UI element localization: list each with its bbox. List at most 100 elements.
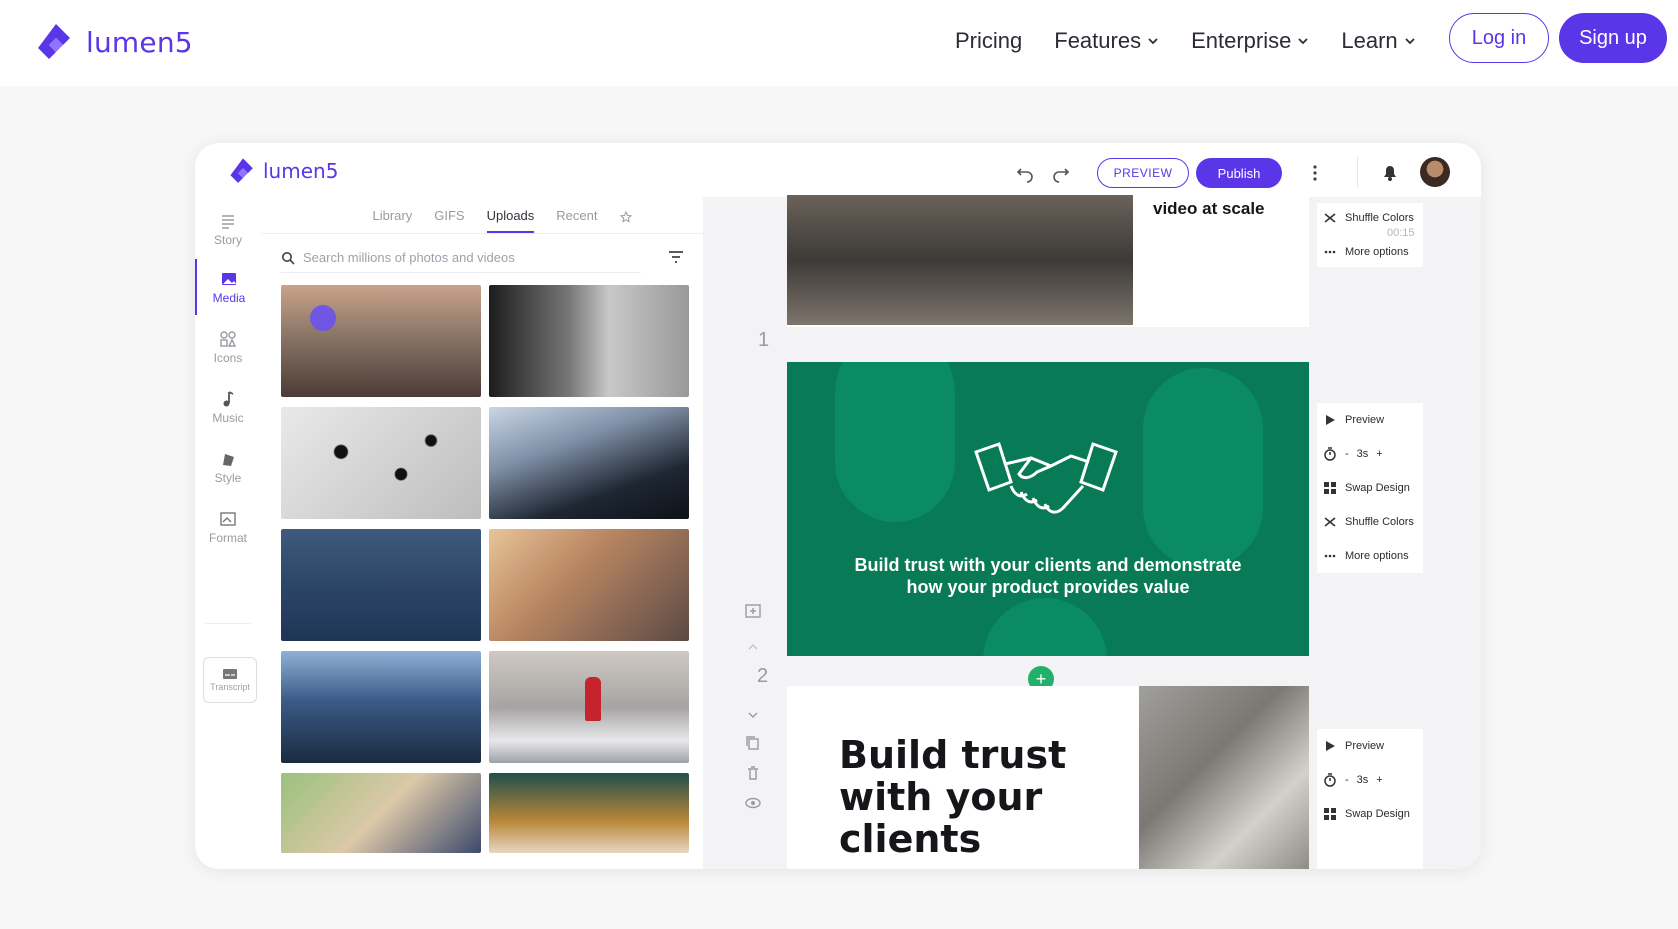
preview-button[interactable]: PREVIEW: [1097, 158, 1189, 188]
selection-dot: [310, 305, 336, 331]
shuffle-icon: [1324, 213, 1336, 223]
rail-item-style[interactable]: Style: [195, 439, 261, 495]
more-options[interactable]: More options: [1323, 243, 1409, 261]
timer-icon: [1324, 447, 1336, 461]
rail-item-music[interactable]: Music: [195, 379, 261, 435]
duration-control[interactable]: - 3s +: [1323, 771, 1383, 789]
duration-plus[interactable]: +: [1376, 448, 1382, 460]
undo-icon[interactable]: [1015, 163, 1035, 183]
media-thumb-skyscrapers[interactable]: [489, 407, 689, 519]
brand-logo[interactable]: lumen5: [36, 22, 193, 62]
media-thumb-glass-towers[interactable]: [281, 651, 481, 763]
media-thumb-silhouettes[interactable]: [489, 285, 689, 397]
duration-minus[interactable]: -: [1345, 774, 1349, 786]
title-line-3: clients: [839, 817, 982, 861]
lumen5-logo-icon: [38, 24, 70, 59]
chevron-up-icon[interactable]: [743, 637, 763, 657]
duration-control[interactable]: - 3s +: [1323, 445, 1383, 463]
media-thumb-woman-phone[interactable]: [281, 773, 481, 853]
rail-item-label: Music: [212, 410, 244, 425]
option-label: Shuffle Colors: [1345, 516, 1414, 528]
scene-card-1[interactable]: Build trust with your clients and demons…: [787, 362, 1309, 656]
scene-card-2[interactable]: Build trust with your clients: [787, 686, 1309, 869]
nav-learn-label: Learn: [1341, 28, 1398, 53]
scene-caption[interactable]: Build trust with your clients and demons…: [787, 554, 1309, 598]
nav-features[interactable]: Features: [1054, 28, 1159, 54]
shuffle-colors-option[interactable]: Shuffle Colors: [1323, 209, 1414, 227]
nav-learn[interactable]: Learn: [1341, 28, 1415, 54]
media-panel: Library GIFS Uploads Recent Search milli…: [261, 197, 703, 869]
shuffle-colors-option[interactable]: Shuffle Colors: [1323, 513, 1414, 531]
swap-design-option[interactable]: Swap Design: [1323, 479, 1410, 497]
main-nav: Pricing Features Enterprise Learn: [955, 28, 1448, 54]
app-brand-logo[interactable]: lumen5: [229, 157, 338, 185]
nav-enterprise[interactable]: Enterprise: [1191, 28, 1309, 54]
trash-icon[interactable]: [743, 763, 763, 783]
rail-item-format[interactable]: Format: [195, 499, 261, 555]
search-icon: [282, 251, 295, 265]
rail-item-story[interactable]: Story: [195, 201, 261, 257]
swap-design-option[interactable]: Swap Design: [1323, 805, 1410, 823]
grid-icon: [1324, 808, 1336, 820]
caption-line-2: how your product provides value: [906, 577, 1190, 597]
login-button[interactable]: Log in: [1449, 13, 1549, 63]
preview-option[interactable]: Preview: [1323, 411, 1384, 429]
star-icon[interactable]: [619, 211, 632, 223]
duplicate-icon[interactable]: [743, 733, 763, 753]
redo-icon[interactable]: [1051, 163, 1071, 183]
scene-card-0[interactable]: video at scale: [787, 195, 1309, 327]
publish-button[interactable]: Publish: [1196, 158, 1282, 188]
rail-item-label: Icons: [213, 350, 243, 365]
media-thumb-skyline-water[interactable]: [281, 529, 481, 641]
scene-image-city: [787, 195, 1133, 325]
add-text-icon[interactable]: [743, 601, 763, 621]
title-line-2: with your: [839, 775, 1043, 819]
nav-pricing[interactable]: Pricing: [955, 28, 1022, 54]
rail-item-media[interactable]: Media: [195, 259, 261, 315]
more-horizontal-icon: [1324, 554, 1336, 558]
tabs-divider: [261, 233, 703, 234]
tab-library[interactable]: Library: [373, 197, 413, 233]
nav-enterprise-label: Enterprise: [1191, 28, 1292, 53]
option-label: Shuffle Colors: [1345, 212, 1414, 224]
rail-item-label: Style: [214, 470, 242, 485]
media-thumb-mountain-hiker[interactable]: [489, 651, 689, 763]
media-thumb-crowd-aerial[interactable]: [281, 407, 481, 519]
user-avatar[interactable]: [1420, 157, 1450, 187]
format-icon: [220, 511, 236, 526]
scene-image-sofa: [1139, 686, 1309, 869]
decor-shape: [1143, 368, 1263, 568]
filter-icon[interactable]: [667, 249, 685, 265]
duration-minus[interactable]: -: [1345, 448, 1349, 460]
media-thumb-city-sunset[interactable]: [281, 285, 481, 397]
media-search-input[interactable]: Search millions of photos and videos: [281, 243, 641, 273]
chevron-down-icon[interactable]: [743, 705, 763, 725]
hide-eye-icon[interactable]: [743, 793, 763, 813]
signup-button[interactable]: Sign up: [1559, 13, 1667, 63]
preview-option[interactable]: Preview: [1323, 737, 1384, 755]
decor-shape: [835, 362, 955, 522]
search-placeholder: Search millions of photos and videos: [303, 250, 515, 265]
option-label: Swap Design: [1345, 482, 1410, 494]
chevron-down-icon: [1298, 38, 1308, 45]
media-thumb-laptop-work[interactable]: [489, 773, 689, 853]
rail-item-icons[interactable]: Icons: [195, 319, 261, 375]
tab-gifs[interactable]: GIFS: [434, 197, 464, 233]
transcript-button[interactable]: Transcript: [203, 657, 257, 703]
media-thumb-friends-laughing[interactable]: [489, 529, 689, 641]
hiker-figure: [585, 677, 601, 721]
duration-plus[interactable]: +: [1376, 774, 1382, 786]
tab-recent[interactable]: Recent: [556, 197, 597, 233]
scene-text[interactable]: video at scale: [1153, 199, 1265, 219]
scene-title[interactable]: Build trust with your clients: [839, 734, 1066, 860]
transcript-label: Transcript: [210, 682, 250, 692]
editor-rail: Story Media Icons Music Style Format Tra…: [195, 197, 261, 869]
option-label: Preview: [1345, 740, 1385, 752]
bell-icon[interactable]: [1379, 161, 1401, 183]
more-options[interactable]: More options: [1323, 547, 1409, 565]
app-preview-card: lumen5 PREVIEW Publish Story Media Icons…: [195, 143, 1481, 869]
site-header: lumen5 Pricing Features Enterprise Learn…: [0, 0, 1678, 86]
grid-icon: [1324, 482, 1336, 494]
more-vertical-icon[interactable]: [1312, 163, 1318, 183]
tab-uploads[interactable]: Uploads: [486, 197, 534, 233]
